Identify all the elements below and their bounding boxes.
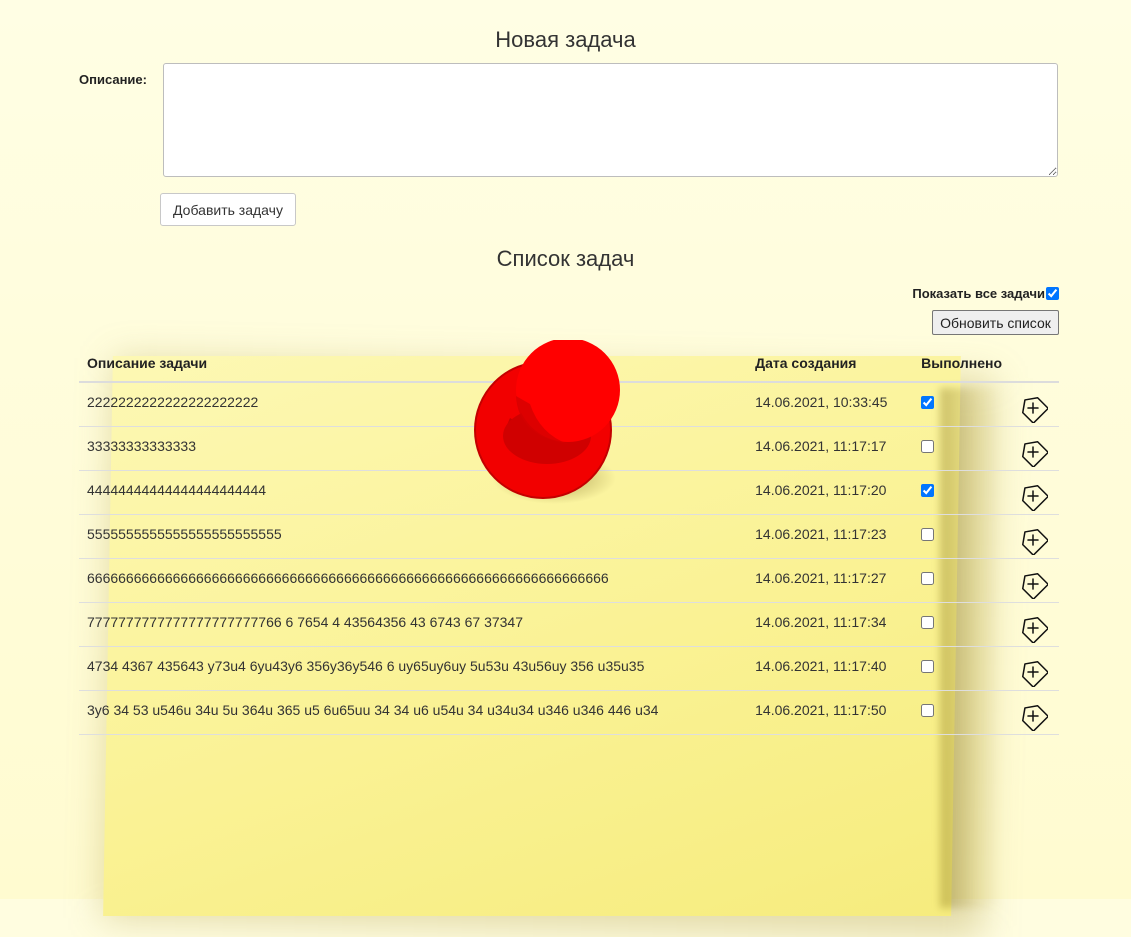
task-description: 44444444444444444444444 [79,470,748,515]
column-header-done: Выполнено [913,344,1010,383]
task-created-date: 14.06.2021, 11:17:17 [747,426,914,471]
task-description: 5555555555555555555555555 [79,514,748,559]
task-action-cell [1010,470,1059,515]
task-done-cell [913,602,1010,647]
column-header-action [1010,344,1059,383]
task-description: 6666666666666666666666666666666666666666… [79,558,748,603]
table-row: 7777777777777777777777766 6 7654 4 43564… [79,602,1059,647]
task-done-cell [913,558,1010,603]
task-done-checkbox[interactable] [921,615,935,629]
task-action-cell [1010,426,1059,471]
task-done-checkbox[interactable] [921,571,935,585]
task-done-checkbox[interactable] [921,483,935,497]
show-all-toggle: Показать все задачи [912,286,1059,301]
task-action-cell [1010,646,1059,691]
task-description: 4734 4367 435643 y73u4 6yu43y6 356y36y54… [79,646,748,691]
task-done-cell [913,514,1010,559]
pushpin-icon [474,340,620,504]
task-description: 3y6 34 53 u546u 34u 5u 364u 365 u5 6u65u… [79,690,748,735]
tag-plus-icon[interactable] [1018,481,1048,511]
task-done-cell [913,382,1010,427]
show-all-checkbox[interactable] [1046,287,1059,300]
refresh-list-button[interactable]: Обновить список [932,310,1059,335]
column-header-created: Дата создания [747,344,914,383]
table-row: 4734 4367 435643 y73u4 6yu43y6 356y36y54… [79,646,1059,691]
tag-plus-icon[interactable] [1018,701,1048,731]
table-row: 5555555555555555555555555 14.06.2021, 11… [79,514,1059,559]
task-action-cell [1010,382,1059,427]
task-created-date: 14.06.2021, 11:17:20 [747,470,914,515]
tag-plus-icon[interactable] [1018,437,1048,467]
task-done-checkbox[interactable] [921,439,935,453]
task-description: 2222222222222222222222 [79,382,748,427]
task-action-cell [1010,514,1059,559]
task-created-date: 14.06.2021, 11:17:50 [747,690,914,735]
tag-plus-icon[interactable] [1018,657,1048,687]
task-done-cell [913,470,1010,515]
task-done-checkbox[interactable] [921,527,935,541]
task-created-date: 14.06.2021, 11:17:23 [747,514,914,559]
tag-plus-icon[interactable] [1018,393,1048,423]
description-label: Описание: [79,72,147,87]
task-created-date: 14.06.2021, 10:33:45 [747,382,914,427]
show-all-label: Показать все задачи [912,286,1045,301]
task-action-cell [1010,602,1059,647]
task-created-date: 14.06.2021, 11:17:27 [747,558,914,603]
task-done-cell [913,646,1010,691]
task-created-date: 14.06.2021, 11:17:40 [747,646,914,691]
task-done-checkbox[interactable] [921,659,935,673]
task-done-cell [913,690,1010,735]
task-done-cell [913,426,1010,471]
new-task-heading: Новая задача [495,27,636,52]
column-header-description: Описание задачи [79,344,748,383]
task-description: 7777777777777777777777766 6 7654 4 43564… [79,602,748,647]
task-description: 33333333333333 [79,426,748,471]
tag-plus-icon[interactable] [1018,569,1048,599]
add-task-button[interactable]: Добавить задачу [160,193,296,226]
table-row: 6666666666666666666666666666666666666666… [79,558,1059,603]
tag-plus-icon[interactable] [1018,525,1048,555]
task-action-cell [1010,690,1059,735]
task-list-heading: Список задач [496,246,635,271]
tag-plus-icon[interactable] [1018,613,1048,643]
task-created-date: 14.06.2021, 11:17:34 [747,602,914,647]
task-done-checkbox[interactable] [921,396,935,409]
task-action-cell [1010,558,1059,603]
description-input[interactable] [163,63,1058,177]
task-done-checkbox[interactable] [921,703,935,717]
table-row: 3y6 34 53 u546u 34u 5u 364u 365 u5 6u65u… [79,690,1059,735]
